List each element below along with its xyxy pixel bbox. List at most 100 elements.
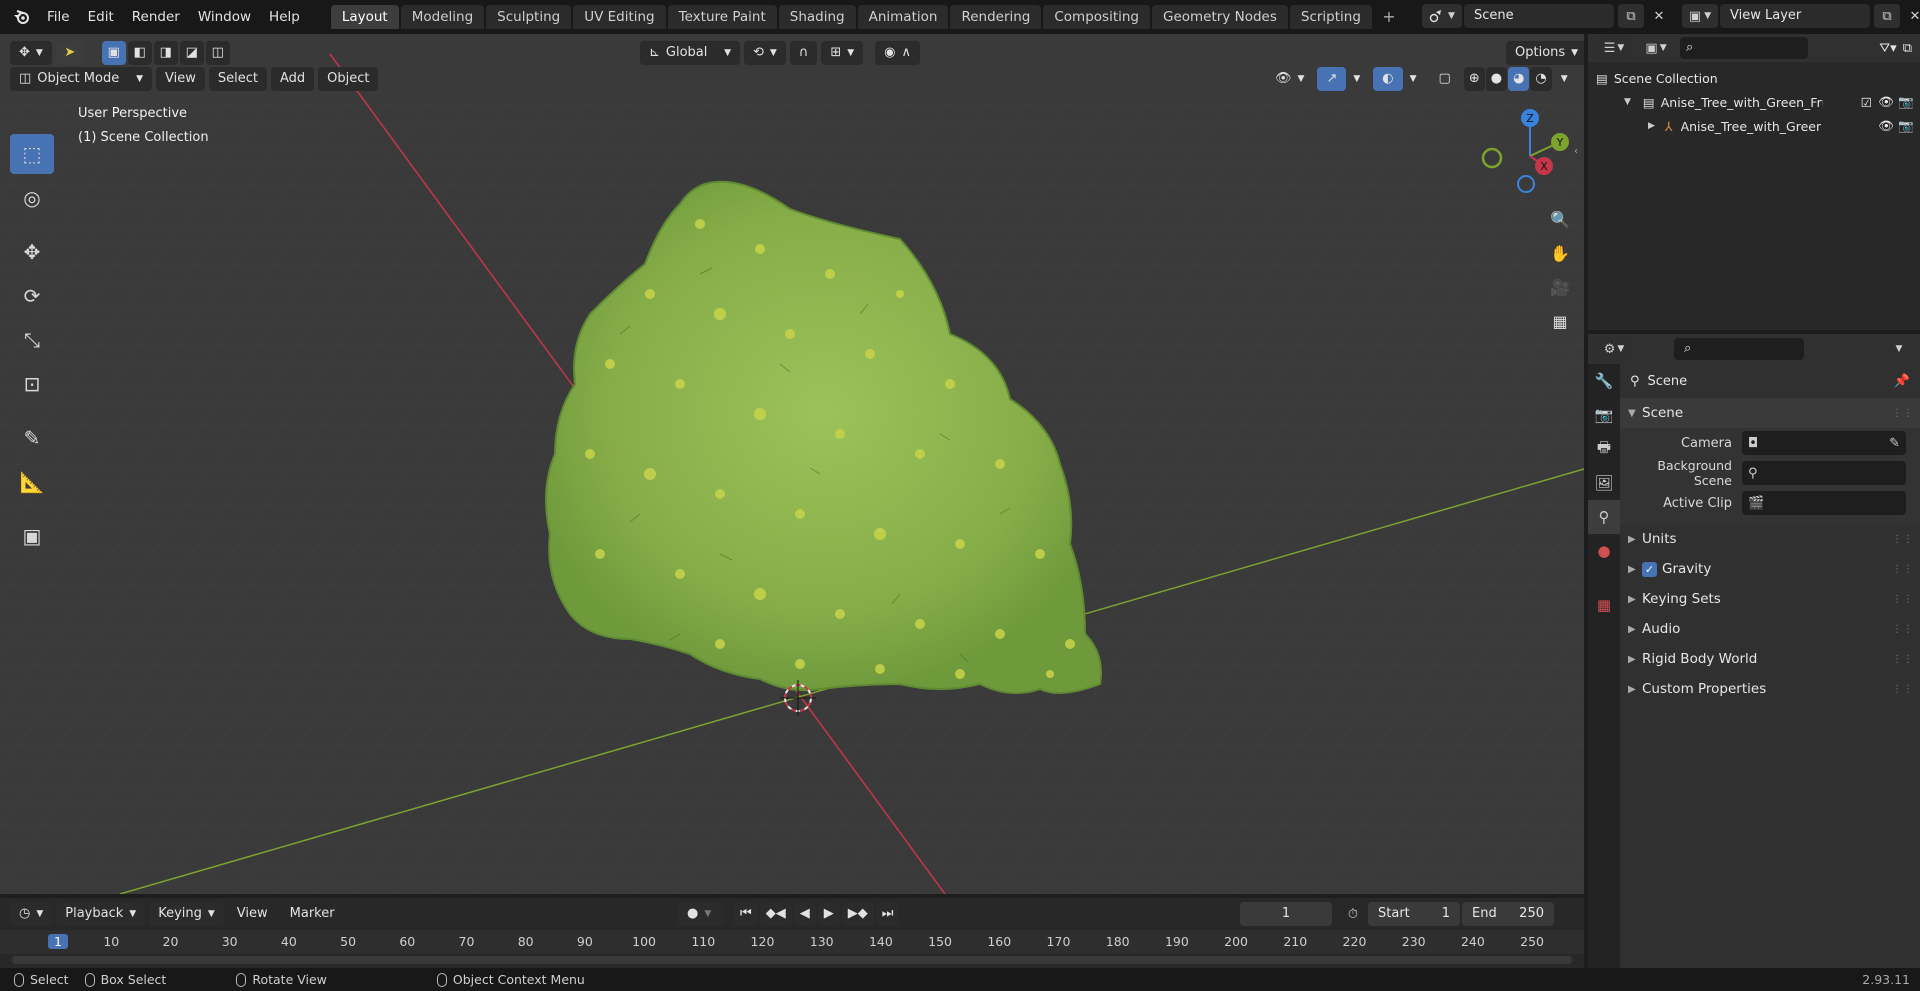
select-box-tool[interactable]: ⬚ [10, 134, 54, 174]
drag-handle-icon[interactable]: ⋮⋮ [1892, 534, 1914, 545]
shading-dropdown[interactable]: ▼ [1552, 67, 1577, 91]
viewport-menu-object[interactable]: Object [318, 67, 379, 91]
delete-scene-button[interactable]: ✕ [1646, 4, 1672, 28]
rendered-shading-button[interactable]: ◔ [1530, 67, 1552, 91]
drag-handle-icon[interactable]: ⋮⋮ [1892, 594, 1914, 605]
new-collection-icon[interactable]: ⧉ [1903, 41, 1912, 56]
camera-icon[interactable]: 📷 [1898, 118, 1914, 134]
timeline-ruler[interactable]: 1 10 20 30 40 50 60 70 80 90 100 110 120 130 140 150 160… [0, 930, 1584, 954]
world-tab[interactable]: ● [1588, 534, 1620, 568]
properties-editor-type[interactable]: ⚙ ▼ [1596, 337, 1632, 361]
tab-shading[interactable]: Shading [778, 5, 856, 29]
auto-keying-toggle[interactable]: ● ▼ [678, 902, 724, 926]
tab-uv-editing[interactable]: UV Editing [573, 5, 666, 29]
tab-scripting[interactable]: Scripting [1289, 5, 1372, 29]
scene-tab[interactable]: ⚲ [1588, 500, 1620, 534]
material-shading-button[interactable]: ◕ [1508, 67, 1530, 91]
units-panel-header[interactable]: ▶ Units ⋮⋮ [1620, 524, 1920, 554]
delete-view-layer-button[interactable]: ✕ [1902, 4, 1920, 28]
collapse-arrow-icon[interactable]: ▶ [1648, 121, 1655, 131]
transform-orientation-dropdown[interactable]: ⊾ Global ▼ [640, 41, 740, 65]
select-intersect-button[interactable]: ◫ [205, 41, 230, 65]
outliner-editor-type[interactable]: ☰ ▼ [1596, 36, 1632, 60]
tab-layout[interactable]: Layout [330, 5, 399, 29]
start-frame-field[interactable]: Start 1 [1368, 902, 1460, 926]
menu-file[interactable]: File [38, 0, 79, 34]
scene-name-field[interactable]: Scene [1464, 4, 1614, 28]
preview-range-toggle[interactable]: ⏱ [1340, 902, 1366, 926]
tab-modeling[interactable]: Modeling [400, 5, 485, 29]
scene-panel-header[interactable]: ▼ Scene ⋮⋮ [1620, 398, 1920, 428]
projection-toggle-button[interactable]: ▦ [1545, 306, 1575, 336]
outliner-collection-row[interactable]: ▼ ▤ Anise_Tree_with_Green_Fruits ☑ 👁 📷 [1588, 90, 1920, 114]
solid-shading-button[interactable]: ● [1485, 67, 1508, 91]
current-frame-marker[interactable]: 1 [48, 934, 68, 949]
outliner-scene-collection[interactable]: ▤ Scene Collection [1588, 66, 1920, 90]
active-tool-button[interactable]: ➤ [55, 41, 84, 65]
wireframe-shading-button[interactable]: ⊕ [1463, 67, 1485, 91]
visibility-dropdown[interactable]: 👁 ▼ [1266, 67, 1313, 91]
scale-tool[interactable]: ⤡ [10, 320, 54, 360]
keying-sets-panel-header[interactable]: ▶ Keying Sets ⋮⋮ [1620, 584, 1920, 614]
drag-handle-icon[interactable]: ⋮⋮ [1892, 654, 1914, 665]
camera-icon[interactable]: 📷 [1898, 94, 1914, 110]
menu-render[interactable]: Render [123, 0, 189, 34]
jump-start-button[interactable]: ⏮ [734, 902, 758, 926]
timeline-view-menu[interactable]: View [228, 902, 277, 926]
play-button[interactable]: ▶ [817, 902, 840, 926]
menu-help[interactable]: Help [260, 0, 309, 34]
move-tool[interactable]: ✥ [10, 232, 54, 272]
outliner-object-row[interactable]: ▶ ⅄ Anise_Tree_with_Green_I 👁 📷 [1588, 114, 1920, 138]
view-layer-field[interactable]: View Layer [1720, 4, 1870, 28]
play-reverse-button[interactable]: ◀ [793, 902, 816, 926]
tab-rendering[interactable]: Rendering [950, 5, 1042, 29]
select-extend-button[interactable]: ◧ [127, 41, 152, 65]
blender-logo-icon[interactable] [6, 0, 38, 34]
active-clip-field[interactable]: 🎬 [1742, 491, 1906, 515]
custom-properties-panel-header[interactable]: ▶ Custom Properties ⋮⋮ [1620, 674, 1920, 704]
checkbox-icon[interactable]: ☑ [1861, 95, 1872, 110]
current-frame-field[interactable]: 1 [1240, 902, 1332, 926]
gravity-checkbox[interactable]: ✓ [1642, 561, 1657, 577]
playback-menu[interactable]: Playback ▼ [56, 902, 146, 926]
filter-icon[interactable]: ⛛▾ [1879, 41, 1896, 56]
select-subtract-button[interactable]: ◨ [153, 41, 178, 65]
properties-search-input[interactable]: ⌕ [1674, 338, 1804, 360]
options-dropdown[interactable]: Options ▼ [1506, 41, 1584, 65]
output-tab[interactable]: 🖶 [1588, 432, 1620, 466]
annotate-tool[interactable]: ✎ [10, 418, 54, 458]
drag-handle-icon[interactable]: ⋮⋮ [1892, 408, 1914, 419]
add-workspace-button[interactable]: + [1378, 6, 1400, 28]
tab-geometry-nodes[interactable]: Geometry Nodes [1152, 5, 1288, 29]
render-tab[interactable]: 📷 [1588, 398, 1620, 432]
navigation-gizmo[interactable]: Z Y X [1480, 104, 1580, 204]
zoom-button[interactable]: 🔍 [1545, 204, 1575, 234]
tab-compositing[interactable]: Compositing [1043, 5, 1150, 29]
jump-end-button[interactable]: ⏭ [875, 902, 900, 926]
timeline-scrollbar[interactable] [12, 956, 1572, 964]
drag-handle-icon[interactable]: ⋮⋮ [1892, 564, 1914, 575]
view-layer-browse-button[interactable]: ▣ ▼ [1682, 4, 1718, 28]
gizmo-dropdown[interactable]: ▼ [1344, 67, 1369, 91]
display-mode-dropdown[interactable]: ▣ ▼ [1638, 36, 1674, 60]
tab-texture-paint[interactable]: Texture Paint [667, 5, 777, 29]
editor-type-button[interactable]: ✥ ▼ [10, 41, 52, 65]
viewport-menu-add[interactable]: Add [270, 67, 315, 91]
view-layer-tab[interactable]: 🖼 [1588, 466, 1620, 500]
select-invert-button[interactable]: ◪ [179, 41, 204, 65]
rigid-body-world-panel-header[interactable]: ▶ Rigid Body World ⋮⋮ [1620, 644, 1920, 674]
audio-panel-header[interactable]: ▶ Audio ⋮⋮ [1620, 614, 1920, 644]
tool-tab[interactable]: 🔧 [1588, 364, 1620, 398]
snap-toggle[interactable]: ∩ [789, 41, 818, 65]
object-mode-dropdown[interactable]: ◫ Object Mode ▼ [10, 67, 152, 91]
xray-toggle[interactable]: ▢ [1430, 67, 1460, 91]
timeline-marker-menu[interactable]: Marker [281, 902, 344, 926]
keying-menu[interactable]: Keying ▼ [149, 902, 224, 926]
viewport-menu-select[interactable]: Select [208, 67, 267, 91]
texture-tab[interactable]: ▦ [1588, 588, 1620, 622]
menu-edit[interactable]: Edit [79, 0, 123, 34]
scene-browse-button[interactable]: ▼ [1422, 4, 1462, 28]
eye-icon[interactable]: 👁 [1878, 94, 1894, 110]
end-frame-field[interactable]: End 250 [1462, 902, 1554, 926]
tab-animation[interactable]: Animation [857, 5, 949, 29]
